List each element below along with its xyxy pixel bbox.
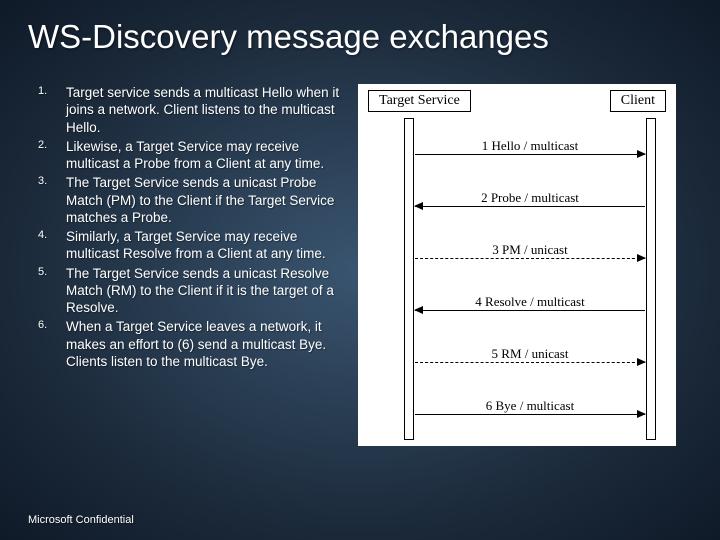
step-item: Similarly, a Target Service may receive … bbox=[38, 228, 348, 263]
diagram-message: 3 PM / unicast bbox=[415, 258, 645, 276]
diagram-message-label: 5 RM / unicast bbox=[415, 346, 645, 362]
diagram-message: 6 Bye / multicast bbox=[415, 414, 645, 432]
arrow-line bbox=[415, 414, 645, 415]
slide-body: Target service sends a multicast Hello w… bbox=[0, 56, 720, 446]
arrow-line bbox=[415, 310, 645, 311]
diagram-message: 5 RM / unicast bbox=[415, 362, 645, 380]
arrow-right-icon bbox=[637, 410, 646, 418]
diagram-message-label: 2 Probe / multicast bbox=[415, 190, 645, 206]
lifeline-client bbox=[646, 118, 656, 440]
diagram-message-label: 1 Hello / multicast bbox=[415, 138, 645, 154]
arrow-right-icon bbox=[637, 358, 646, 366]
diagram-message: 2 Probe / multicast bbox=[415, 206, 645, 224]
step-item: The Target Service sends a unicast Probe… bbox=[38, 174, 348, 226]
step-item: When a Target Service leaves a network, … bbox=[38, 318, 348, 370]
slide-title: WS-Discovery message exchanges bbox=[0, 0, 720, 56]
diagram-message-label: 3 PM / unicast bbox=[415, 242, 645, 258]
step-item: The Target Service sends a unicast Resol… bbox=[38, 265, 348, 317]
arrow-left-icon bbox=[414, 306, 423, 314]
diagram-header-client: Client bbox=[610, 90, 666, 112]
footer-text: Microsoft Confidential bbox=[28, 514, 134, 526]
arrow-line bbox=[415, 206, 645, 207]
steps-list: Target service sends a multicast Hello w… bbox=[38, 84, 348, 370]
arrow-left-icon bbox=[414, 202, 423, 210]
step-item: Likewise, a Target Service may receive m… bbox=[38, 138, 348, 173]
diagram-timelines: 1 Hello / multicast 2 Probe / multicast … bbox=[364, 118, 670, 440]
arrow-right-icon bbox=[637, 150, 646, 158]
diagram-message: 1 Hello / multicast bbox=[415, 154, 645, 172]
diagram-message-label: 6 Bye / multicast bbox=[415, 398, 645, 414]
arrow-line bbox=[415, 154, 645, 155]
steps-column: Target service sends a multicast Hello w… bbox=[38, 84, 348, 446]
diagram-header-target-service: Target Service bbox=[368, 90, 471, 112]
arrow-right-icon bbox=[637, 254, 646, 262]
diagram-message: 4 Resolve / multicast bbox=[415, 310, 645, 328]
step-item: Target service sends a multicast Hello w… bbox=[38, 84, 348, 136]
arrow-line bbox=[415, 362, 645, 363]
arrow-line bbox=[415, 258, 645, 259]
diagram-message-label: 4 Resolve / multicast bbox=[415, 294, 645, 310]
lifeline-target-service bbox=[404, 118, 414, 440]
sequence-diagram: Target Service Client 1 Hello / multicas… bbox=[358, 84, 676, 446]
